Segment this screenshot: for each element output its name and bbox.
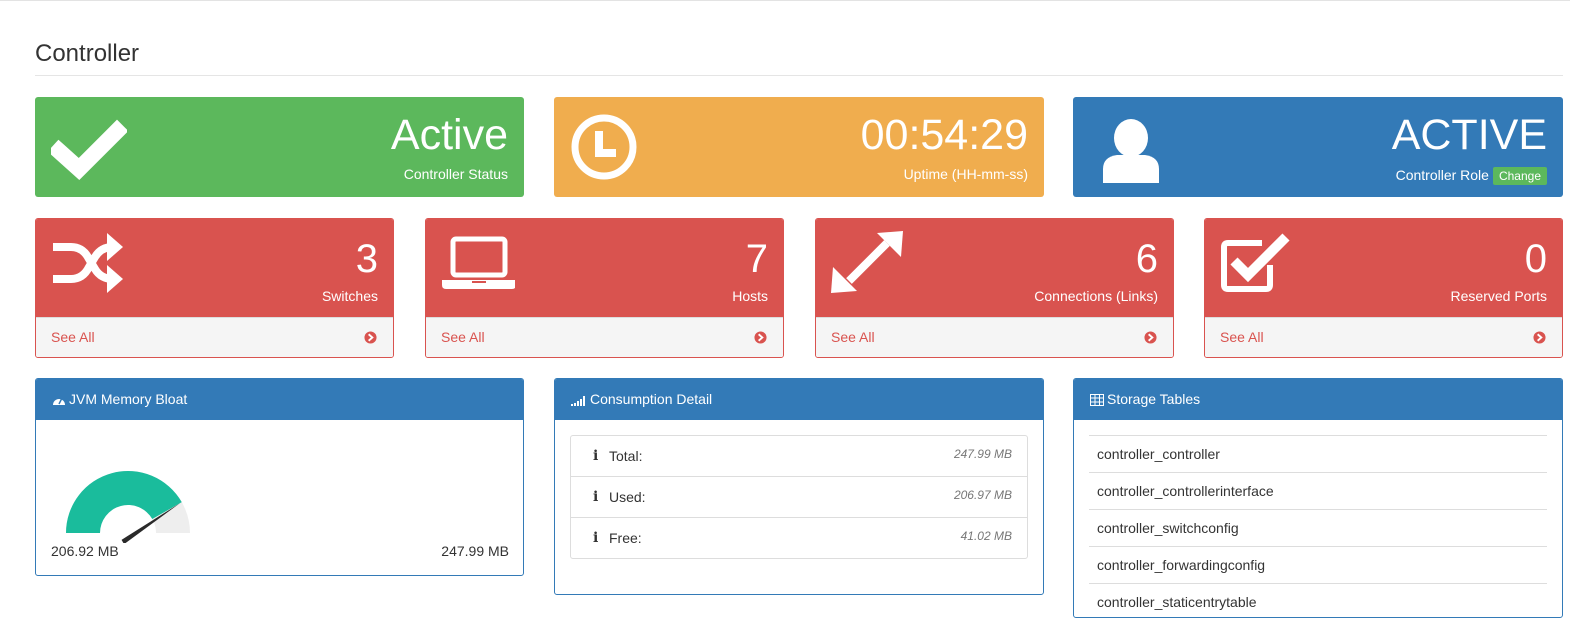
memory-total-value: 247.99 MB: [441, 543, 509, 559]
connections-see-all-link[interactable]: See All: [816, 317, 1173, 357]
hosts-count: 7: [745, 237, 768, 281]
check-icon: [51, 119, 127, 181]
reserved-ports-label: Reserved Ports: [1450, 288, 1547, 304]
reserved-ports-panel: 0 Reserved Ports See All: [1204, 218, 1563, 358]
storage-table-item[interactable]: controller_switchconfig: [1089, 509, 1547, 546]
controller-role-panel: ACTIVE Controller Role Change: [1073, 97, 1563, 197]
hosts-see-all-link[interactable]: See All: [426, 317, 783, 357]
top-border: [0, 0, 1570, 1]
consumption-list: i Total: 247.99 MB i Used: 206.97 MB i F…: [570, 435, 1028, 559]
change-role-button[interactable]: Change: [1492, 167, 1547, 185]
controller-status-value: Active: [390, 111, 508, 159]
arrow-circle-right-icon: [1533, 331, 1546, 344]
consumption-row-free: i Free: 41.02 MB: [571, 517, 1027, 558]
storage-tables-header: Storage Tables: [1074, 379, 1562, 420]
storage-table-item[interactable]: controller_controller: [1089, 435, 1547, 472]
consumption-detail-header: Consumption Detail: [555, 379, 1043, 420]
consumption-value: 206.97 MB: [953, 488, 1012, 502]
jvm-memory-header: JVM Memory Bloat: [36, 379, 523, 420]
controller-role-value: ACTIVE: [1391, 111, 1547, 159]
switches-see-all-link[interactable]: See All: [36, 317, 393, 357]
clock-icon: [571, 114, 637, 180]
arrow-circle-right-icon: [754, 331, 767, 344]
see-all-label: See All: [51, 329, 95, 345]
consumption-value: 247.99 MB: [953, 447, 1012, 461]
memory-used-value: 206.92 MB: [51, 543, 119, 559]
switches-count: 3: [355, 237, 378, 281]
consumption-label: Free:: [609, 530, 642, 546]
jvm-memory-title: JVM Memory Bloat: [69, 391, 188, 407]
shuffle-icon: [53, 233, 123, 293]
title-divider: [35, 75, 1563, 76]
controller-status-label: Controller Status: [403, 166, 508, 182]
consumption-row-total: i Total: 247.99 MB: [571, 436, 1027, 476]
memory-gauge: [66, 471, 190, 543]
dashboard-icon: [53, 397, 65, 405]
controller-status-panel: Active Controller Status: [35, 97, 524, 197]
consumption-detail-title: Consumption Detail: [590, 391, 713, 407]
controller-role-label-row: Controller Role Change: [1396, 166, 1547, 185]
storage-tables-title: Storage Tables: [1107, 391, 1201, 407]
arrow-circle-right-icon: [364, 331, 377, 344]
consumption-detail-panel: Consumption Detail i Total: 247.99 MB i …: [554, 378, 1044, 595]
page-title: Controller: [35, 40, 140, 67]
info-icon: i: [593, 489, 599, 505]
see-all-label: See All: [1220, 329, 1264, 345]
reserved-ports-see-all-link[interactable]: See All: [1205, 317, 1562, 357]
storage-table-item[interactable]: controller_controllerinterface: [1089, 472, 1547, 509]
laptop-icon: [442, 236, 515, 289]
controller-role-label: Controller Role: [1395, 167, 1489, 183]
see-all-label: See All: [441, 329, 485, 345]
user-icon: [1103, 119, 1159, 183]
consumption-value: 41.02 MB: [960, 529, 1012, 543]
switches-label: Switches: [321, 288, 378, 304]
see-all-label: See All: [831, 329, 875, 345]
info-icon: i: [593, 530, 599, 546]
uptime-value: 00:54:29: [860, 111, 1028, 159]
hosts-label: Hosts: [732, 288, 768, 304]
hosts-panel: 7 Hosts See All: [425, 218, 784, 358]
checkbox-icon: [1221, 233, 1290, 292]
connections-count: 6: [1135, 237, 1158, 281]
connections-label: Connections (Links): [1034, 288, 1158, 304]
consumption-label: Used:: [609, 489, 646, 505]
table-icon: [1090, 394, 1104, 406]
uptime-panel: 00:54:29 Uptime (HH-mm-ss): [554, 97, 1044, 197]
uptime-label: Uptime (HH-mm-ss): [903, 166, 1028, 182]
storage-tables-panel: Storage Tables controller_controller con…: [1073, 378, 1563, 618]
arrow-circle-right-icon: [1144, 331, 1157, 344]
signal-bars-icon: [571, 396, 585, 406]
storage-table-item[interactable]: controller_staticentrytable: [1089, 583, 1547, 617]
consumption-label: Total:: [609, 448, 643, 464]
info-icon: i: [593, 448, 599, 464]
switches-panel: 3 Switches See All: [35, 218, 394, 358]
expand-arrows-icon: [831, 231, 903, 293]
reserved-ports-count: 0: [1524, 237, 1547, 281]
storage-table-list: controller_controller controller_control…: [1089, 435, 1547, 617]
consumption-row-used: i Used: 206.97 MB: [571, 476, 1027, 517]
connections-panel: 6 Connections (Links) See All: [815, 218, 1174, 358]
jvm-memory-panel: JVM Memory Bloat 206.92 MB 247.99 MB: [35, 378, 524, 576]
storage-table-item[interactable]: controller_forwardingconfig: [1089, 546, 1547, 583]
